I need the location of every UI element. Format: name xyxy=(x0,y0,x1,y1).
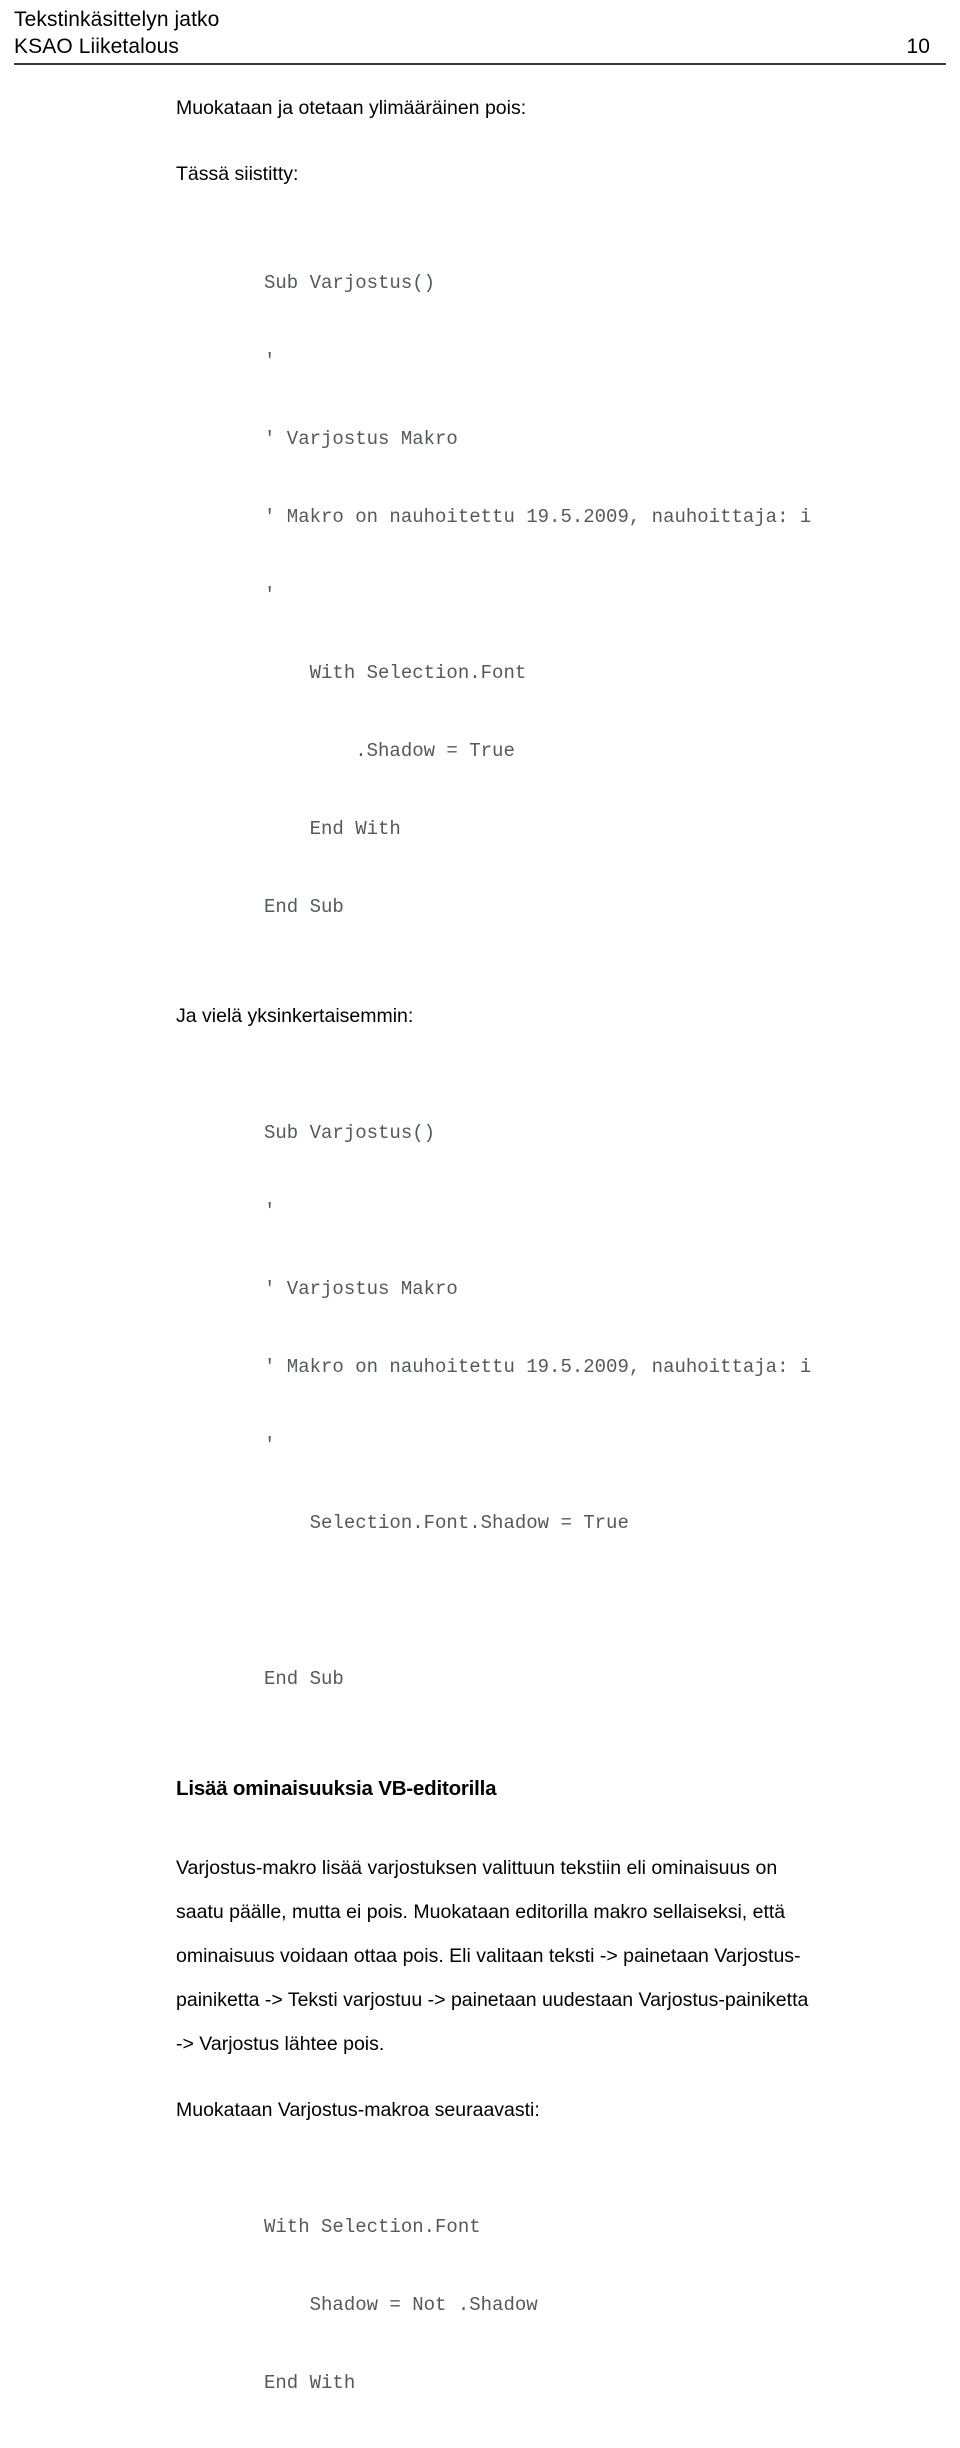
code-line: ' xyxy=(264,1200,276,1222)
document-body: Muokataan ja otetaan ylimääräinen pois: … xyxy=(0,86,960,2448)
explanation-line-1: Varjostus-makro lisää varjostuksen valit… xyxy=(176,1857,778,1879)
code-block-vba-1: Sub Varjostus() ' ' Varjostus Makro ' Ma… xyxy=(176,218,930,972)
code-line: With Selection.Font xyxy=(264,2216,481,2238)
header-title-row-1: Tekstinkäsittelyn jatko xyxy=(14,6,946,33)
explanation-line-2: saatu päälle, mutta ei pois. Muokataan e… xyxy=(176,1901,786,1923)
code-line: Sub Varjostus() xyxy=(264,1122,436,1144)
code-block-vba-2: Sub Varjostus() ' ' Varjostus Makro ' Ma… xyxy=(176,1068,930,1744)
explanation-line-4: painiketta -> Teksti varjostuu -> painet… xyxy=(176,1989,809,2011)
code-line: ' Makro on nauhoitettu 19.5.2009, nauhoi… xyxy=(264,1356,812,1378)
label-ja-viela-yksinkertaisemmin: Ja vielä yksinkertaisemmin: xyxy=(176,1005,414,1027)
page-header: Tekstinkäsittelyn jatko KSAO Liiketalous… xyxy=(0,0,960,65)
code-line: ' Varjostus Makro xyxy=(264,428,458,450)
intro-paragraph: Muokataan ja otetaan ylimääräinen pois: xyxy=(176,97,527,119)
code-line: End With xyxy=(264,2372,356,2394)
code-line: .Shadow = True xyxy=(264,740,515,762)
code-line: ' xyxy=(264,1434,276,1456)
code-line: End Sub xyxy=(264,1668,344,1690)
page-number: 10 xyxy=(906,35,930,58)
label-tassa-siistitty: Tässä siistitty: xyxy=(176,163,299,185)
code-line: Selection.Font.Shadow = True xyxy=(264,1512,629,1534)
header-title-row-2: KSAO Liiketalous 10 xyxy=(14,33,946,60)
code-line: End Sub xyxy=(264,896,344,918)
document-title: Tekstinkäsittelyn jatko xyxy=(14,8,220,31)
code-line: ' Varjostus Makro xyxy=(264,1278,458,1300)
explanation-line-3: ominaisuus voidaan ottaa pois. Eli valit… xyxy=(176,1945,801,1967)
section-heading: Lisää ominaisuuksia VB-editorilla xyxy=(176,1777,497,1800)
document-page: Tekstinkäsittelyn jatko KSAO Liiketalous… xyxy=(0,0,960,2394)
code-line: Sub Varjostus() xyxy=(264,272,436,294)
label-muokataan-makroa: Muokataan Varjostus-makroa seuraavasti: xyxy=(176,2099,540,2121)
code-block-vba-3: With Selection.Font Shadow = Not .Shadow… xyxy=(176,2162,930,2448)
code-line: ' xyxy=(264,350,276,372)
code-line: End With xyxy=(264,818,401,840)
code-line: ' Makro on nauhoitettu 19.5.2009, nauhoi… xyxy=(264,506,812,528)
code-line: Shadow = Not .Shadow xyxy=(264,2294,538,2316)
header-divider xyxy=(14,63,946,65)
explanation-line-5: -> Varjostus lähtee pois. xyxy=(176,2033,385,2055)
code-line: With Selection.Font xyxy=(264,662,527,684)
code-line: ' xyxy=(264,584,276,606)
document-subtitle: KSAO Liiketalous xyxy=(14,35,180,58)
